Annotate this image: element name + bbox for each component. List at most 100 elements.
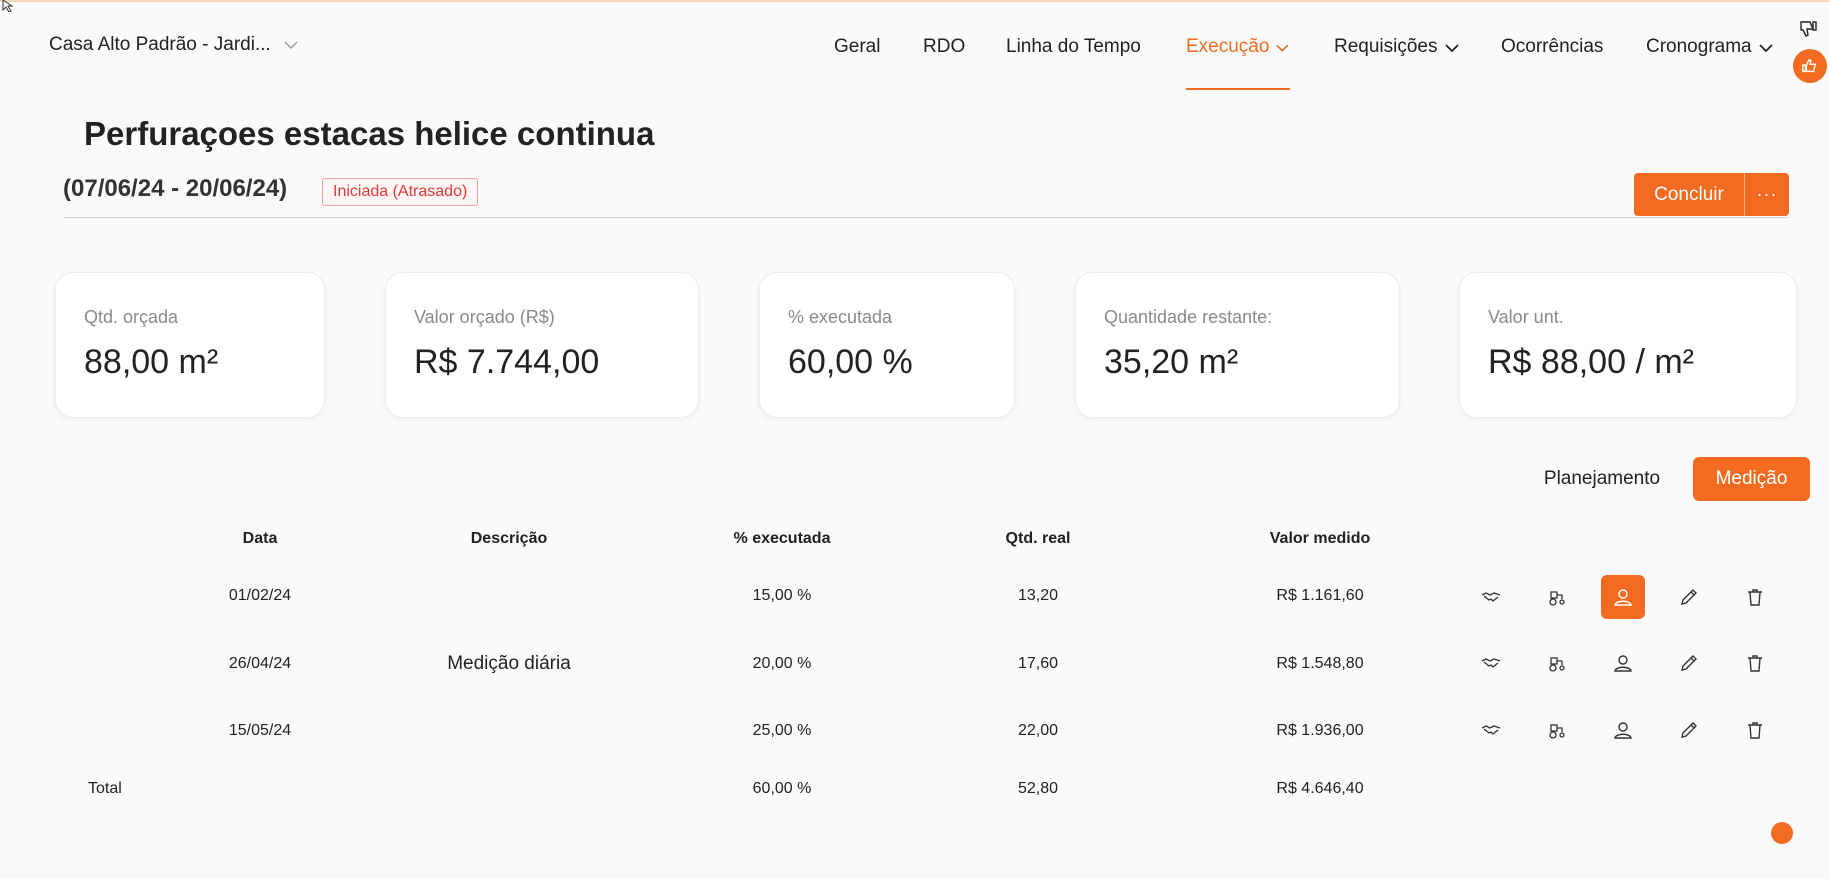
- tab-label: Linha do Tempo: [1006, 36, 1141, 57]
- tractor-icon: [1549, 657, 1565, 672]
- tab-label: Requisições: [1334, 36, 1438, 57]
- total-qty: 52,80: [1017, 780, 1059, 797]
- cell-pct: 15,00 %: [752, 587, 812, 604]
- thumbs-up-button[interactable]: [1793, 49, 1827, 83]
- trash-icon: [1748, 722, 1762, 739]
- column-header-data: Data: [242, 530, 278, 547]
- date-range: (07/06/24 - 20/06/24): [63, 175, 288, 202]
- project-selector[interactable]: Casa Alto Padrão - Jardi...: [49, 34, 299, 56]
- pencil-action-button[interactable]: [1667, 708, 1711, 752]
- top-progress-line: [0, 0, 1829, 2]
- chat-launcher-button[interactable]: [1771, 822, 1793, 844]
- thumbs-up-icon: [1802, 58, 1817, 73]
- handshake-icon: [1481, 725, 1501, 735]
- user-icon: [1614, 589, 1632, 606]
- stat-value: R$ 88,00 / m²: [1488, 343, 1694, 381]
- column-header-pct: % executada: [733, 530, 831, 547]
- tab-rdo[interactable]: RDO: [923, 34, 965, 90]
- status-badge: Iniciada (Atrasado): [322, 178, 479, 206]
- stat-value: R$ 7.744,00: [414, 343, 600, 381]
- stat-label: Quantidade restante:: [1104, 307, 1273, 327]
- stat-label: Valor orçado (R$): [414, 307, 555, 327]
- stat-value: 60,00 %: [788, 343, 913, 381]
- mouse-cursor-icon: [2, 0, 14, 12]
- stat-card-valor-orcado: Valor orçado (R$) R$ 7.744,00: [385, 272, 699, 418]
- tab-label: Geral: [834, 36, 881, 57]
- trash-action-button[interactable]: [1733, 641, 1777, 685]
- tab-cronograma[interactable]: Cronograma: [1646, 34, 1774, 90]
- cell-qty: 17,60: [1017, 655, 1059, 672]
- tractor-icon: [1549, 591, 1565, 606]
- thumbs-down-icon[interactable]: [1798, 19, 1818, 39]
- tab-label: Cronograma: [1646, 36, 1752, 57]
- stat-card-pct-executada: % executada 60,00 %: [759, 272, 1015, 418]
- handshake-action-button[interactable]: [1469, 575, 1513, 619]
- total-label: Total: [88, 780, 122, 797]
- chevron-down-icon: [1276, 44, 1289, 52]
- user-action-button[interactable]: [1601, 708, 1645, 752]
- tractor-action-button[interactable]: [1535, 641, 1579, 685]
- project-name: Casa Alto Padrão - Jardi...: [49, 34, 271, 55]
- user-action-button[interactable]: [1601, 641, 1645, 685]
- trash-action-button[interactable]: [1733, 575, 1777, 619]
- stat-card-qtd-restante: Quantidade restante: 35,20 m²: [1075, 272, 1400, 418]
- trash-icon: [1748, 589, 1762, 606]
- handshake-icon: [1481, 592, 1501, 602]
- user-icon: [1614, 655, 1632, 672]
- cell-date: 26/04/24: [228, 655, 292, 672]
- user-icon: [1614, 722, 1632, 739]
- tab-label: Ocorrências: [1501, 36, 1604, 57]
- conclude-button[interactable]: Concluir: [1634, 173, 1745, 216]
- stat-value: 35,20 m²: [1104, 343, 1239, 381]
- tab-linha-do-tempo[interactable]: Linha do Tempo: [1006, 34, 1141, 90]
- tab-label: RDO: [923, 36, 966, 57]
- cell-date: 01/02/24: [228, 587, 292, 604]
- cell-value: R$ 1.161,60: [1276, 587, 1364, 604]
- stat-label: % executada: [788, 307, 893, 327]
- trash-icon: [1748, 655, 1762, 672]
- handshake-action-button[interactable]: [1469, 708, 1513, 752]
- stat-card-qtd-orcada: Qtd. orçada 88,00 m²: [55, 272, 325, 418]
- tab-geral[interactable]: Geral: [834, 34, 880, 90]
- stat-label: Qtd. orçada: [84, 307, 179, 327]
- tab-requisicoes[interactable]: Requisições: [1334, 34, 1460, 90]
- user-action-button[interactable]: [1601, 575, 1645, 619]
- pencil-icon: [1681, 589, 1697, 605]
- measurement-tab[interactable]: Medição: [1693, 457, 1810, 501]
- cell-description: Medição diária: [447, 653, 571, 674]
- trash-action-button[interactable]: [1733, 708, 1777, 752]
- column-header-valor-medido: Valor medido: [1269, 530, 1371, 547]
- pencil-action-button[interactable]: [1667, 575, 1711, 619]
- more-options-button[interactable]: ···: [1745, 173, 1789, 216]
- stat-card-valor-unt: Valor unt. R$ 88,00 / m²: [1459, 272, 1797, 418]
- total-pct: 60,00 %: [752, 780, 812, 797]
- chevron-down-icon: [1758, 44, 1773, 53]
- cell-value: R$ 1.936,00: [1276, 722, 1364, 739]
- tractor-action-button[interactable]: [1535, 708, 1579, 752]
- chevron-down-icon: [1444, 44, 1459, 53]
- planning-tab[interactable]: Planejamento: [1534, 457, 1670, 501]
- tab-ocorrencias[interactable]: Ocorrências: [1501, 34, 1603, 90]
- column-header-qtd-real: Qtd. real: [1005, 530, 1071, 547]
- cell-qty: 13,20: [1017, 587, 1059, 604]
- page-title: Perfuraçoes estacas helice continua: [84, 115, 655, 152]
- stat-label: Valor unt.: [1488, 307, 1564, 327]
- pencil-action-button[interactable]: [1667, 641, 1711, 685]
- pencil-icon: [1681, 722, 1697, 738]
- tab-label: Execução: [1186, 36, 1270, 57]
- cell-value: R$ 1.548,80: [1276, 655, 1364, 672]
- action-button-group: Concluir ···: [1634, 173, 1789, 216]
- tractor-action-button[interactable]: [1535, 575, 1579, 619]
- cell-pct: 20,00 %: [752, 655, 812, 672]
- cell-qty: 22,00: [1017, 722, 1059, 739]
- pencil-icon: [1681, 655, 1697, 671]
- cell-date: 15/05/24: [228, 722, 292, 739]
- column-header-descricao: Descrição: [470, 530, 548, 547]
- total-value: R$ 4.646,40: [1276, 780, 1364, 797]
- handshake-action-button[interactable]: [1469, 641, 1513, 685]
- divider: [63, 217, 1789, 218]
- cell-pct: 25,00 %: [752, 722, 812, 739]
- tractor-icon: [1549, 724, 1565, 739]
- tab-execucao[interactable]: Execução: [1186, 34, 1290, 90]
- chevron-down-icon: [284, 41, 298, 49]
